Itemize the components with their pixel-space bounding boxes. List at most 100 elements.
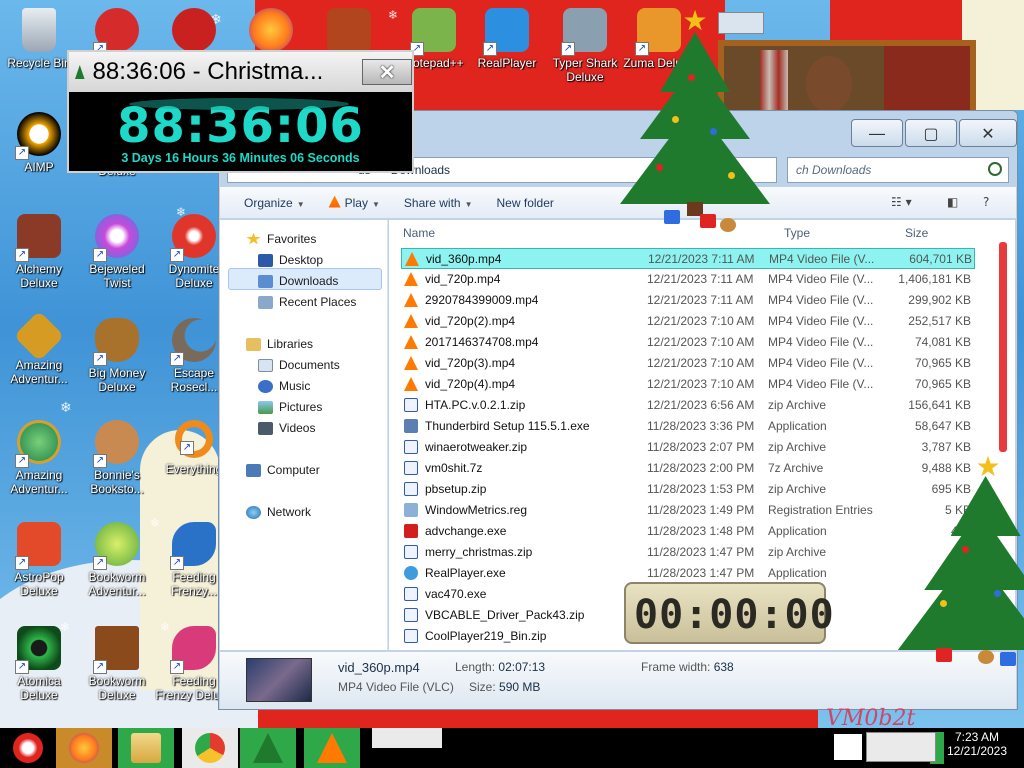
window-caption-buttons: ― ▢ ✕ [851,119,1017,147]
taskbar-explorer[interactable] [118,728,174,768]
file-row[interactable]: vid_720p(2).mp4 12/21/2023 7:10 AM MP4 Vid… [401,311,975,332]
file-size: 58,647 KB [914,419,971,433]
play-button[interactable]: Play ▼ [328,195,380,210]
vlc-cone-icon [404,377,418,391]
file-row[interactable]: advchange.exe 11/28/2023 1:48 PM Applicati… [401,521,975,542]
nav-network[interactable]: Network [246,505,311,519]
desktop-icon-game[interactable] [155,8,233,52]
nav-favorites[interactable]: Favorites [246,232,316,246]
share-with-button[interactable]: Share with ▼ [404,196,473,210]
nav-music[interactable]: Music [258,379,310,393]
countdown-titlebar[interactable]: 88:36:06 - Christma... ✕ [69,52,413,92]
tray-app-icon[interactable] [866,732,936,762]
file-type: Application [768,419,827,433]
file-size: 156,641 KB [908,398,971,412]
tray-show-hidden[interactable] [834,734,862,760]
desktop-icon-firefox[interactable] [232,8,310,52]
christmas-countdown-widget[interactable]: 88:36:06 - Christma... ✕ 88:36:06 3 Days… [67,50,414,173]
desktop-icon-shrine[interactable] [310,8,388,52]
taskbar-countdown[interactable] [240,728,296,768]
downloads-folder-icon [258,274,273,288]
desktop-icon-atomica[interactable]: ↗ Atomica Deluxe [0,626,78,702]
view-options-icon[interactable]: ☷ ▾ [891,195,912,209]
desktop-icon-amazing-adventures-2[interactable]: ↗ Amazing Adventur... [0,420,78,496]
desktop-icon-game[interactable]: ↗ [78,8,156,56]
nav-videos[interactable]: Videos [258,421,315,435]
desktop-icon-amazing-adventures-1[interactable]: Amazing Adventur... [0,310,78,386]
file-row[interactable]: 2017146374708.mp4 12/21/2023 7:10 AM MP4 V… [401,332,975,353]
preview-pane-icon[interactable]: ◧ [947,195,958,209]
file-row[interactable]: vid_360p.mp4 12/21/2023 7:11 AM MP4 Video … [401,248,975,269]
nav-recent-places[interactable]: Recent Places [258,295,356,309]
file-row[interactable]: HTA.PC.v.0.2.1.zip 12/21/2023 6:56 AM zip … [401,395,975,416]
start-button[interactable] [0,728,56,768]
desktop-icon-realplayer[interactable]: ↗ RealPlayer [468,8,546,70]
registry-icon [404,503,418,517]
file-size: 74,081 KB [914,335,971,349]
desktop-icon-big-money[interactable]: ↗ Big Money Deluxe [78,318,156,394]
file-row[interactable]: RealPlayer.exe 11/28/2023 1:47 PM Applicat… [401,563,975,584]
file-row[interactable]: vid_720p.mp4 12/21/2023 7:11 AM MP4 Video … [401,269,975,290]
file-row[interactable]: vm0shit.7z 11/28/2023 2:00 PM 7z Archive 9,… [401,458,975,479]
taskbar-vlc[interactable] [304,728,360,768]
organize-button[interactable]: Organize ▼ [244,196,305,210]
desktop-icon-bookworm-adventures[interactable]: ↗ Bookworm Adventur... [78,522,156,598]
taskbar-chrome[interactable] [182,728,238,768]
taskbar-firefox[interactable] [56,728,112,768]
column-header-name[interactable]: Name [403,226,435,240]
scrollbar[interactable] [999,242,1007,452]
file-row[interactable]: vid_720p(3).mp4 12/21/2023 7:10 AM MP4 Vid… [401,353,975,374]
money-bag-icon: ↗ [93,318,139,366]
new-folder-button[interactable]: New folder [497,196,554,210]
file-name: vid_720p(4).mp4 [425,377,516,391]
file-row[interactable]: pbsetup.zip 11/28/2023 1:53 PM zip Archive… [401,479,975,500]
nav-desktop[interactable]: Desktop [258,253,323,267]
digital-clock-gadget[interactable]: 00:00:00 [624,582,834,644]
file-name: RealPlayer.exe [425,566,506,580]
help-icon[interactable]: ? [983,195,989,209]
tray-clock[interactable]: 7:23 AM 12/21/2023 [944,730,1010,758]
nav-documents[interactable]: Documents [258,358,340,372]
nav-downloads[interactable]: Downloads [258,274,338,288]
file-date: 11/28/2023 1:47 PM [647,545,755,559]
file-row[interactable]: Thunderbird Setup 115.5.1.exe 11/28/2023 … [401,416,975,437]
tree-layer [620,104,770,204]
search-icon[interactable] [988,162,1002,176]
search-input[interactable]: ch Downloads [787,157,1009,183]
nav-libraries[interactable]: Libraries [246,337,313,351]
digital-clock-value: 00:00:00 [634,592,835,638]
column-header-size[interactable]: Size [905,226,928,240]
file-type: Registration Entries [768,503,873,517]
file-name: pbsetup.zip [425,482,487,496]
astropop-icon: ↗ [15,522,61,570]
file-type: zip Archive [768,545,827,559]
file-row[interactable]: WindowMetrics.reg 11/28/2023 1:49 PM Regis… [401,500,975,521]
ornament [710,128,717,135]
ornament [656,164,663,171]
file-date: 12/21/2023 7:10 AM [647,377,755,391]
minimize-button[interactable]: ― [851,119,903,147]
file-date: 11/28/2023 1:49 PM [647,503,755,517]
zip-archive-icon [404,440,418,454]
taskbar-item[interactable] [372,728,442,748]
countdown-close-button[interactable]: ✕ [362,59,413,85]
gift-icon [664,210,680,224]
file-row[interactable]: merry_christmas.zip 11/28/2023 1:47 PM zip… [401,542,975,563]
folder-icon [131,733,161,763]
file-row[interactable]: winaerotweaker.zip 11/28/2023 2:07 PM zip … [401,437,975,458]
desktop-icon-astropop[interactable]: ↗ AstroPop Deluxe [0,522,78,598]
close-button[interactable]: ✕ [959,119,1017,147]
nav-computer[interactable]: Computer [246,463,320,477]
desktop-icon-bookworm-deluxe[interactable]: ↗ Bookworm Deluxe [78,626,156,702]
ornament [994,590,1001,597]
file-row[interactable]: 2920784399009.mp4 12/21/2023 7:11 AM MP4 V… [401,290,975,311]
nav-pictures[interactable]: Pictures [258,400,322,414]
desktop-icon-alchemy[interactable]: ↗ Alchemy Deluxe [0,214,78,290]
desktop-icon-bejeweled[interactable]: ↗ Bejeweled Twist [78,214,156,290]
desktop-icon-bonnies-bookstore[interactable]: ↗ Bonnie's Booksto... [78,420,156,496]
column-header-type[interactable]: Type [784,226,810,240]
file-date: 12/21/2023 7:11 AM [647,293,754,307]
maximize-button[interactable]: ▢ [905,119,957,147]
file-row[interactable]: vid_720p(4).mp4 12/21/2023 7:10 AM MP4 Vid… [401,374,975,395]
chevron-down-icon: ▼ [464,199,473,209]
